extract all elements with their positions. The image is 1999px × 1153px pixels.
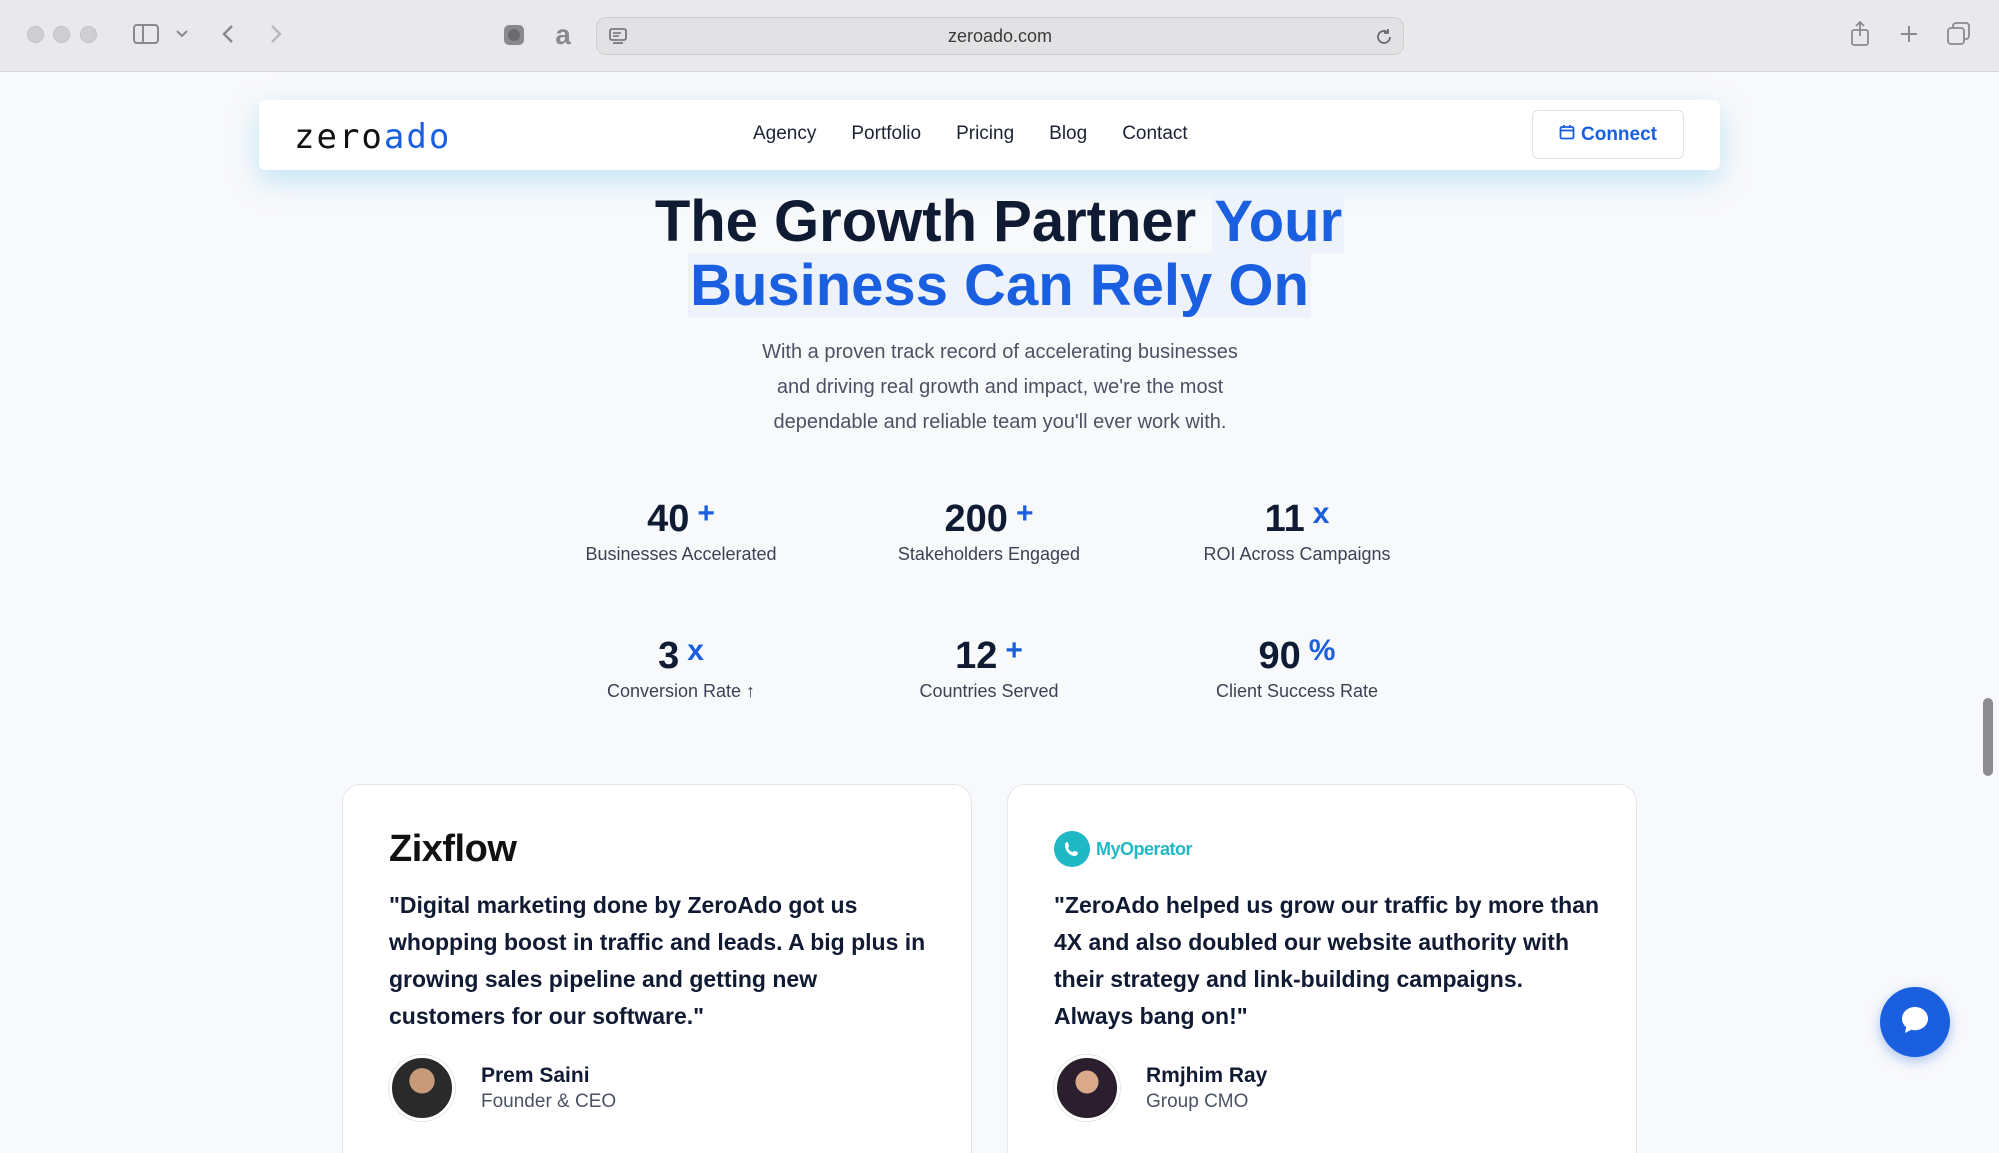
nav-link-pricing[interactable]: Pricing — [956, 123, 1014, 145]
hero-title: The Growth Partner Your Business Can Rel… — [0, 189, 1999, 318]
zoom-window-button[interactable] — [80, 26, 97, 43]
nav-link-agency[interactable]: Agency — [753, 123, 816, 145]
share-icon[interactable] — [1848, 20, 1872, 48]
logo-part-zero: zero — [294, 117, 384, 157]
hero-title-blue-1: Your — [1212, 189, 1345, 254]
chat-launcher-button[interactable] — [1880, 987, 1950, 1057]
stat-value: 200 — [944, 498, 1008, 540]
stat-suffix: + — [1015, 497, 1034, 530]
testimonial-author: Rmjhim Ray Group CMO — [1054, 1055, 1267, 1121]
stat-roi-across-campaigns: 11 x ROI Across Campaigns — [1157, 492, 1437, 565]
stat-value: 12 — [955, 635, 998, 677]
page-scrollbar[interactable] — [1983, 698, 1993, 776]
stat-label: Client Success Rate — [1215, 681, 1379, 701]
hero-title-blue-2: Business Can Rely On — [688, 253, 1311, 318]
url-text: zeroado.com — [947, 26, 1053, 46]
brand-name: Zixflow — [389, 827, 517, 870]
close-window-button[interactable] — [27, 26, 44, 43]
zeroado-logo[interactable]: zeroado — [294, 117, 451, 157]
stat-suffix: % — [1308, 634, 1336, 667]
site-navbar: zeroado Agency Portfolio Pricing Blog Co… — [259, 100, 1720, 170]
testimonial-card-zixflow: Zixflow "Digital marketing done by ZeroA… — [342, 784, 972, 1153]
forward-icon[interactable] — [266, 22, 286, 46]
logo-part-ado: ado — [383, 117, 452, 157]
testimonial-quote: "Digital marketing done by ZeroAdo got u… — [389, 892, 926, 1029]
page-viewport: zeroado Agency Portfolio Pricing Blog Co… — [0, 72, 1999, 1153]
hero-subtitle-line: dependable and reliable team you'll ever… — [773, 411, 1227, 433]
hero-subtitle-line: and driving real growth and impact, we'r… — [776, 376, 1224, 398]
stat-businesses-accelerated: 40 + Businesses Accelerated — [541, 492, 821, 565]
chat-bubble-icon — [1898, 1003, 1932, 1042]
stat-label: Conversion Rate ↑ — [606, 681, 756, 701]
phone-icon — [1054, 831, 1090, 867]
nav-link-portfolio[interactable]: Portfolio — [851, 123, 921, 145]
stat-label: Businesses Accelerated — [585, 544, 777, 564]
chevron-down-icon[interactable] — [174, 26, 190, 42]
new-tab-icon[interactable] — [1897, 22, 1921, 46]
brand-name: MyOperator — [1096, 838, 1193, 859]
back-icon[interactable] — [218, 22, 238, 46]
author-role: Founder & CEO — [481, 1090, 617, 1112]
stat-value: 11 — [1264, 498, 1305, 540]
nav-links: Agency Portfolio Pricing Blog Contact — [753, 123, 1188, 145]
reload-icon[interactable] — [1373, 26, 1395, 48]
avatar — [1054, 1055, 1120, 1121]
author-name: Rmjhim Ray — [1146, 1063, 1268, 1087]
avatar — [389, 1055, 455, 1121]
stat-stakeholders-engaged: 200 + Stakeholders Engaged — [849, 492, 1129, 565]
testimonial-card-myoperator: MyOperator "ZeroAdo helped us grow our t… — [1007, 784, 1637, 1153]
minimize-window-button[interactable] — [53, 26, 70, 43]
testimonial-quote: "ZeroAdo helped us grow our traffic by m… — [1054, 892, 1600, 1029]
stat-countries-served: 12 + Countries Served — [849, 629, 1129, 702]
nav-link-contact[interactable]: Contact — [1122, 123, 1187, 145]
myoperator-logo: MyOperator — [1054, 829, 1193, 869]
calendar-icon — [1559, 124, 1575, 146]
stat-label: Stakeholders Engaged — [897, 544, 1081, 564]
sidebar-toggle-icon[interactable] — [132, 22, 160, 46]
tab-overview-icon[interactable] — [1946, 21, 1972, 47]
stat-value: 90 — [1258, 635, 1301, 677]
stat-suffix: x — [1312, 497, 1330, 530]
stat-label: Countries Served — [919, 681, 1059, 701]
author-name: Prem Saini — [481, 1063, 590, 1087]
stat-value: 3 — [658, 635, 680, 677]
stat-suffix: + — [1005, 634, 1023, 667]
browser-toolbar: a zeroado.com — [0, 0, 1999, 72]
stat-label: ROI Across Campaigns — [1203, 544, 1391, 564]
zixflow-logo: Zixflow — [389, 827, 517, 870]
address-bar[interactable]: zeroado.com — [596, 17, 1404, 55]
stat-suffix: x — [687, 634, 704, 667]
stat-conversion-rate: 3x Conversion Rate ↑ — [541, 629, 821, 702]
extension-record-icon[interactable] — [502, 23, 526, 47]
stat-client-success-rate: 90% Client Success Rate — [1157, 629, 1437, 702]
nav-link-blog[interactable]: Blog — [1049, 123, 1087, 145]
hero-subtitle-line: With a proven track record of accelerati… — [762, 341, 1238, 363]
hero-title-dark: The Growth Partner — [654, 189, 1197, 254]
connect-label: Connect — [1581, 123, 1657, 145]
testimonial-author: Prem Saini Founder & CEO — [389, 1055, 616, 1121]
extension-a-icon[interactable]: a — [550, 21, 576, 49]
stat-suffix: + — [697, 497, 715, 530]
hero-subtitle: With a proven track record of accelerati… — [700, 335, 1300, 440]
author-role: Group CMO — [1146, 1090, 1249, 1112]
connect-button[interactable]: Connect — [1532, 110, 1684, 159]
stat-value: 40 — [647, 498, 690, 540]
